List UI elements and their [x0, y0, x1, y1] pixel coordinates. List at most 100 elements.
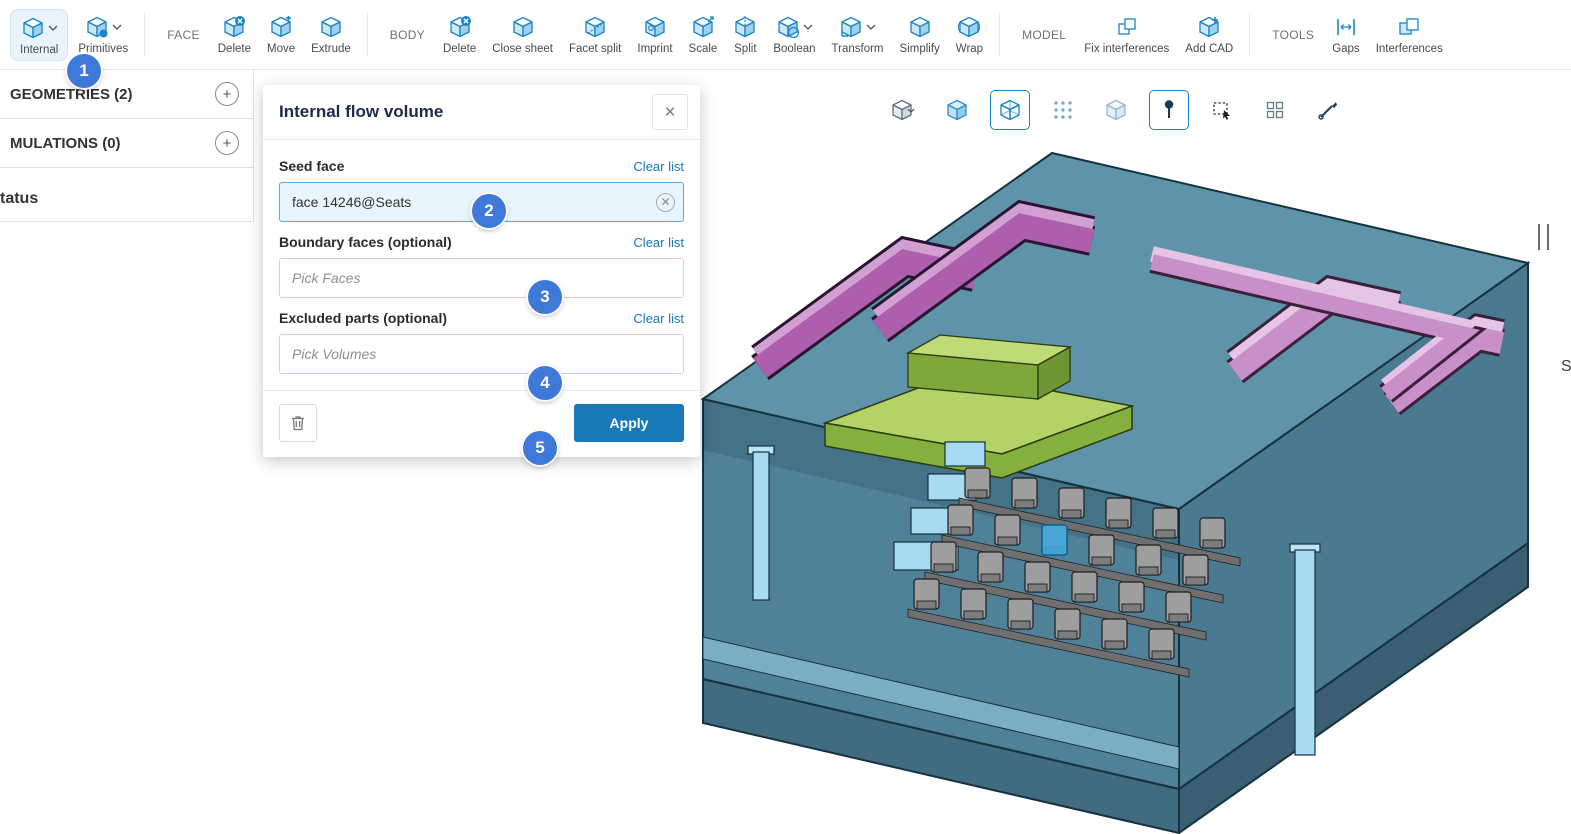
excluded-parts-clear-list-link[interactable]: Clear list [633, 311, 684, 326]
seat[interactable] [978, 552, 1003, 582]
seat[interactable] [1055, 609, 1080, 639]
sidebar-item-simulations[interactable]: MULATIONS (0) + [0, 119, 253, 168]
tool-facet-split-button[interactable]: Facet split [569, 14, 621, 55]
seed-face-clear-list-link[interactable]: Clear list [633, 159, 684, 174]
probe-point-button[interactable] [1149, 90, 1189, 130]
imprint-icon [643, 15, 667, 39]
excluded-parts-field[interactable] [279, 334, 684, 374]
seat[interactable] [931, 542, 956, 572]
delete-operation-button[interactable] [279, 404, 317, 442]
tool-simplify-button[interactable]: Simplify [900, 14, 940, 55]
tool-body-delete-button[interactable]: Delete [443, 14, 476, 55]
seat[interactable] [1106, 498, 1131, 528]
seat[interactable] [1008, 599, 1033, 629]
view-orientation-button[interactable] [884, 90, 924, 130]
simulations-label: MULATIONS (0) [10, 135, 121, 152]
tool-label: Fix interferences [1084, 43, 1169, 55]
gaps-icon [1334, 15, 1358, 39]
tool-face-delete-button[interactable]: Delete [218, 14, 251, 55]
tool-add-cad-button[interactable]: Add CAD [1185, 14, 1233, 55]
tool-imprint-button[interactable]: Imprint [637, 14, 672, 55]
boundary-faces-field[interactable] [279, 258, 684, 298]
tool-label: Delete [218, 43, 251, 55]
seat[interactable] [1200, 518, 1225, 548]
seat[interactable] [1012, 478, 1037, 508]
tool-scale-button[interactable]: Scale [689, 14, 718, 55]
measure-button[interactable] [1308, 90, 1348, 130]
shaded-view-button[interactable] [937, 90, 977, 130]
box-select-button[interactable] [1202, 90, 1242, 130]
boundary-faces-clear-list-link[interactable]: Clear list [633, 235, 684, 250]
toolbar-group-face: FACE [167, 28, 200, 42]
tool-primitives-button[interactable]: Primitives [78, 14, 128, 55]
collapsed-panel-label: S [1561, 358, 1571, 376]
tool-transform-button[interactable]: Transform [832, 14, 884, 55]
selected-seed-face[interactable] [1042, 525, 1067, 555]
tool-label: Gaps [1332, 43, 1360, 55]
tool-label: Add CAD [1185, 43, 1233, 55]
seat[interactable] [948, 505, 973, 535]
seat[interactable] [995, 515, 1020, 545]
internal-flow-volume-dialog: Internal flow volume × Seed face Clear l… [263, 85, 700, 457]
trash-icon [289, 414, 307, 432]
tool-internal-flow-volume-button[interactable]: Internal [10, 9, 68, 61]
tool-split-button[interactable]: Split [733, 14, 757, 55]
seed-face-input[interactable] [290, 193, 651, 211]
boolean-icon [776, 15, 800, 39]
tool-fix-interferences-button[interactable]: Fix interferences [1084, 14, 1169, 55]
pattern-select-button[interactable] [1255, 90, 1295, 130]
transparent-view-button[interactable] [1096, 90, 1136, 130]
viewport-toolbar [884, 90, 1348, 130]
dialog-title: Internal flow volume [279, 102, 443, 122]
pillar-right[interactable] [1290, 544, 1320, 755]
tool-boolean-button[interactable]: Boolean [773, 14, 815, 55]
dialog-header: Internal flow volume × [263, 85, 700, 140]
tool-wrap-button[interactable]: Wrap [956, 14, 983, 55]
seat[interactable] [1136, 545, 1161, 575]
clear-selection-icon[interactable]: ✕ [656, 193, 675, 212]
seat[interactable] [914, 579, 939, 609]
seat[interactable] [1102, 619, 1127, 649]
excluded-parts-input[interactable] [290, 345, 651, 363]
tool-gaps-button[interactable]: Gaps [1332, 14, 1360, 55]
seat[interactable] [1153, 508, 1178, 538]
tool-move-button[interactable]: Move [267, 14, 295, 55]
seat[interactable] [1149, 629, 1174, 659]
stair-step[interactable] [945, 442, 985, 466]
pattern-select-icon [1263, 98, 1287, 122]
tool-extrude-button[interactable]: Extrude [311, 14, 351, 55]
tool-close-sheet-button[interactable]: Close sheet [492, 14, 553, 55]
shaded-view-icon [945, 98, 969, 122]
internal-flow-volume-icon [21, 16, 45, 40]
apply-button[interactable]: Apply [574, 404, 684, 442]
close-sheet-icon [511, 15, 535, 39]
vertex-view-button[interactable] [1043, 90, 1083, 130]
seat[interactable] [1166, 592, 1191, 622]
wireframe-view-button[interactable] [990, 90, 1030, 130]
dialog-close-button[interactable]: × [652, 94, 688, 130]
seat[interactable] [1059, 488, 1084, 518]
3d-viewport[interactable] [640, 140, 1571, 834]
sidebar-item-status[interactable]: tatus [0, 176, 253, 222]
seat[interactable] [961, 589, 986, 619]
chevron-down-icon [48, 25, 58, 31]
facet-split-icon [583, 15, 607, 39]
seat[interactable] [965, 468, 990, 498]
add-simulation-button[interactable]: + [215, 131, 239, 155]
tool-label: Transform [832, 43, 884, 55]
seat[interactable] [1089, 535, 1114, 565]
seat[interactable] [1025, 562, 1050, 592]
tool-interferences-button[interactable]: Interferences [1376, 14, 1443, 55]
seat[interactable] [1119, 582, 1144, 612]
add-geometry-button[interactable]: + [215, 82, 239, 106]
panel-resize-handle[interactable] [1538, 224, 1549, 250]
step-badge-5: 5 [523, 431, 557, 465]
fix-interferences-icon [1115, 15, 1139, 39]
tool-label: Internal [20, 44, 58, 56]
boundary-faces-input[interactable] [290, 269, 651, 287]
seat[interactable] [1183, 555, 1208, 585]
tool-label: Scale [689, 43, 718, 55]
seat[interactable] [1072, 572, 1097, 602]
sidebar-item-geometries[interactable]: GEOMETRIES (2) + [0, 70, 253, 119]
seed-face-label: Seed face [279, 158, 344, 174]
